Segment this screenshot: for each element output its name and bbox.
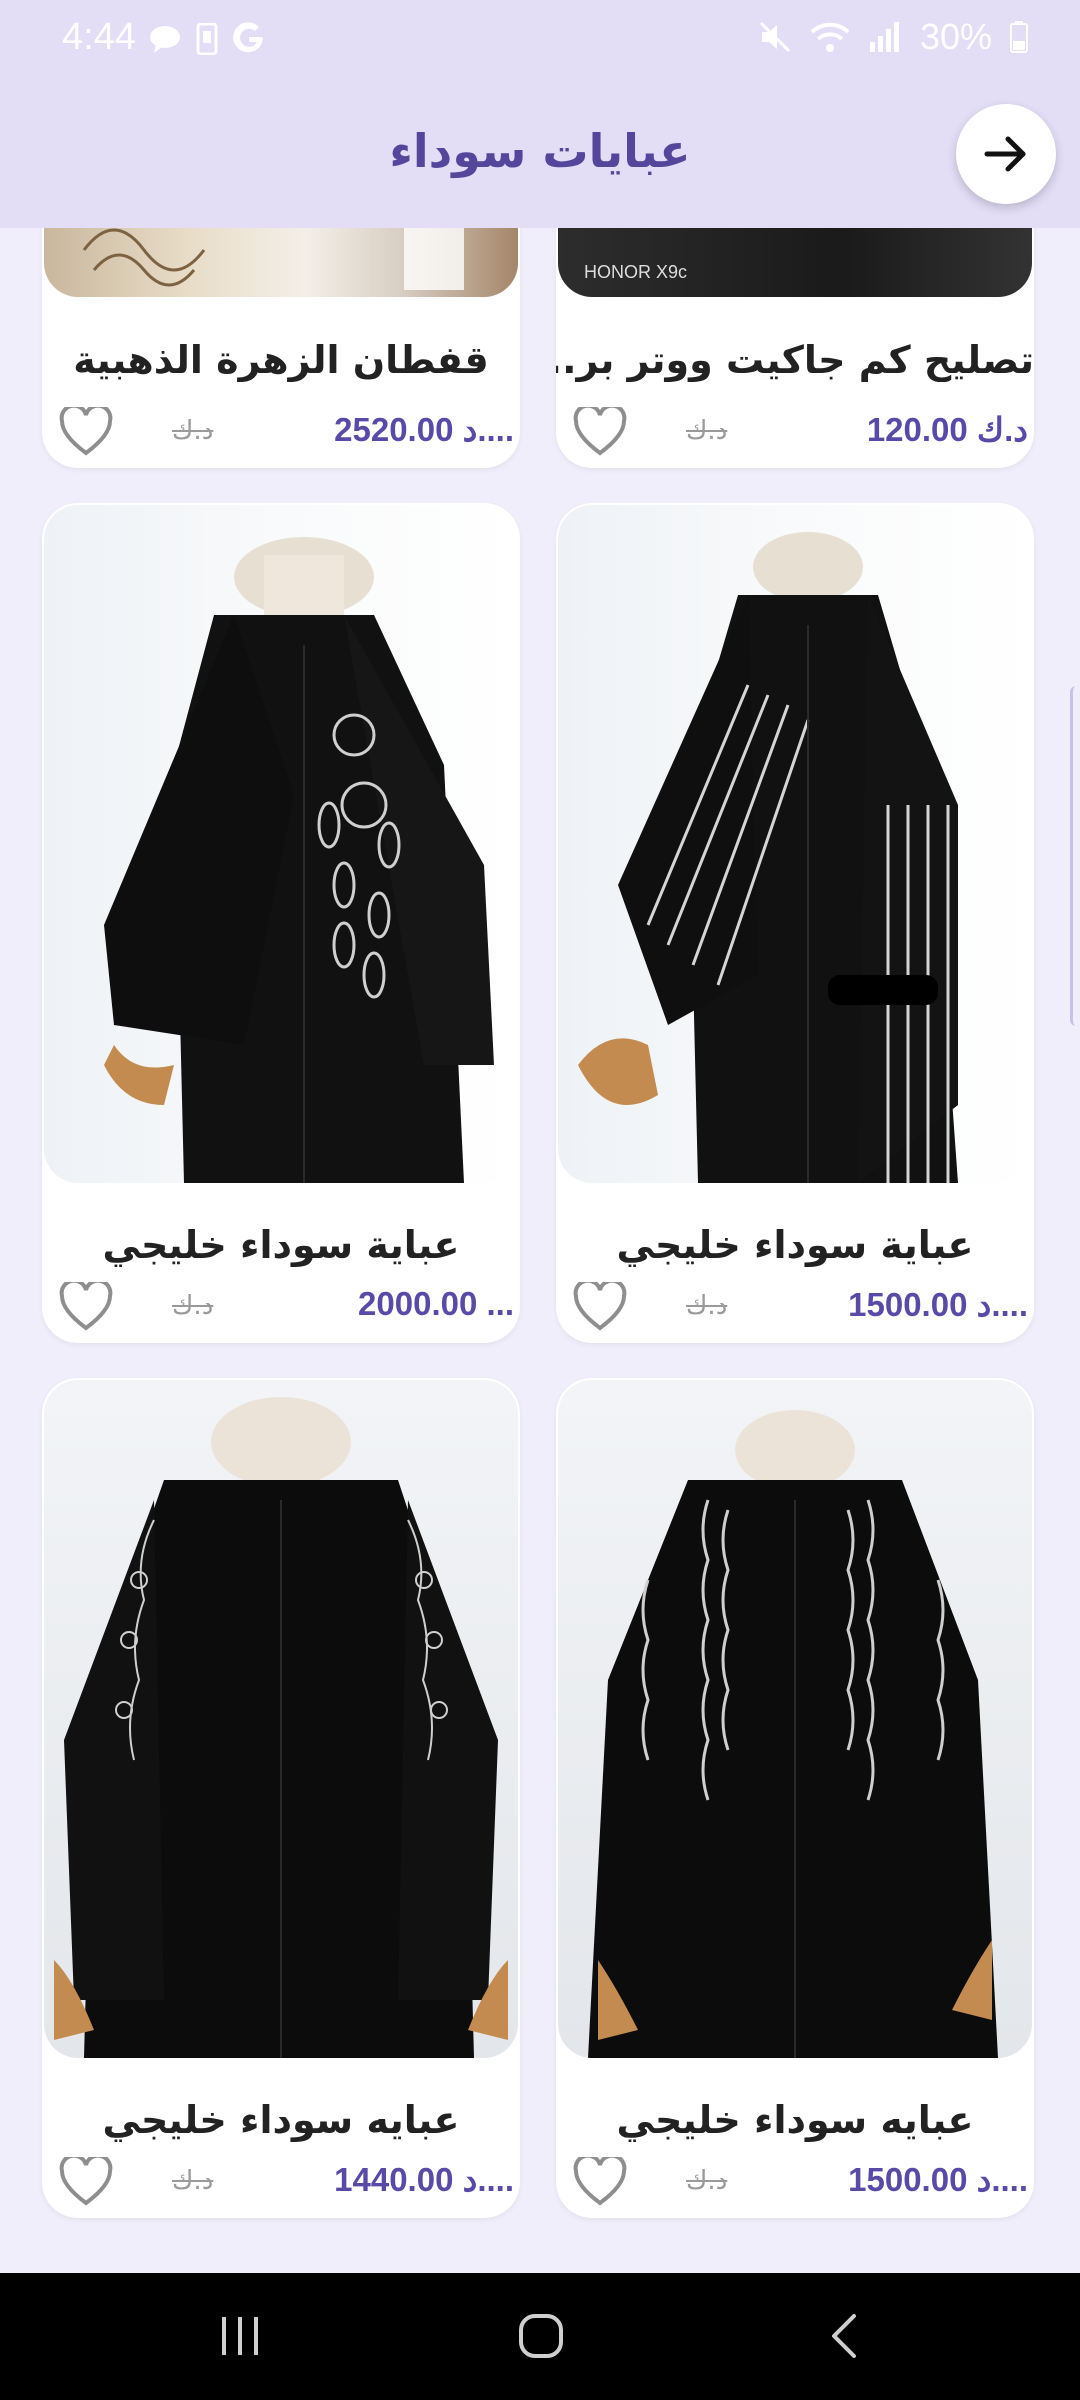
product-price: 120.00 د.ك [866, 411, 1028, 448]
heart-icon [59, 1282, 113, 1331]
old-price: د.ك [172, 416, 214, 446]
image-watermark: HONOR X9c [584, 262, 688, 282]
product-price: 1500.00 د.... [848, 2161, 1028, 2198]
system-icons: 30% [758, 16, 1028, 58]
heart-icon [573, 1282, 627, 1331]
product-image [44, 505, 518, 1183]
product-price: 1440.00 د.... [334, 2161, 514, 2198]
favorite-button[interactable] [570, 402, 630, 462]
chat-bubble-icon [150, 26, 180, 53]
heart-icon [573, 407, 627, 456]
fabric-pattern [82, 228, 464, 290]
arrow-right-icon [984, 136, 1026, 172]
abaya-photo [588, 1410, 998, 2058]
product-name: تصليح كم جاكيت ووتر بر... [556, 338, 1034, 382]
product-image [558, 1380, 1032, 2058]
heart-icon [59, 2157, 113, 2206]
old-price: د.ك [172, 1291, 214, 1321]
recents-button[interactable] [218, 2311, 262, 2365]
heart-icon [573, 2157, 627, 2206]
old-price: د.ك [686, 2166, 728, 2196]
favorite-button[interactable] [56, 2152, 116, 2212]
product-name: عباية سوداء خليجي [102, 1223, 460, 1267]
product-card[interactable]: عبايه سوداء خليجي د.ك 1500.00 د.... [556, 1378, 1034, 2218]
product-image [558, 505, 1032, 1183]
battery-percent: 30% [919, 16, 992, 57]
system-nav-bar [0, 2273, 1080, 2400]
old-price: د.ك [172, 2166, 214, 2196]
status-time: 4:44 [62, 16, 136, 58]
phone-icon [196, 23, 218, 55]
heart-icon [59, 407, 113, 456]
product-name: عباية سوداء خليجي [616, 1223, 974, 1267]
abaya-photo [54, 1397, 508, 2058]
product-card[interactable]: عباية سوداء خليجي د.ك 1500.00 د.... [556, 503, 1034, 1343]
home-icon [519, 2314, 563, 2358]
product-image [44, 1380, 518, 2058]
notification-icons [148, 22, 266, 56]
product-card[interactable]: HONOR X9c تصليح كم جاكيت ووتر بر... د.ك … [556, 228, 1034, 468]
back-chevron-icon [832, 2314, 856, 2358]
old-price: د.ك [686, 1291, 728, 1321]
product-name: عبايه سوداء خليجي [102, 2098, 460, 2142]
scrollbar[interactable] [1070, 686, 1080, 1026]
favorite-button[interactable] [570, 1277, 630, 1337]
status-bar: 4:44 30% [0, 0, 1080, 84]
product-card[interactable]: قفطان الزهرة الذهبية د.ك 2520.00 د.... [42, 228, 520, 468]
old-price: د.ك [686, 416, 728, 446]
signal-icon [869, 22, 899, 52]
back-button[interactable] [956, 104, 1056, 204]
product-card[interactable]: عبايه سوداء خليجي د.ك 1440.00 د.... [42, 1378, 520, 2218]
favorite-button[interactable] [56, 1277, 116, 1337]
product-card[interactable]: عباية سوداء خليجي د.ك 2000.00 ... [42, 503, 520, 1343]
google-icon [233, 22, 263, 53]
home-button[interactable] [516, 2311, 566, 2365]
abaya-photo [104, 537, 494, 1183]
product-image [44, 228, 518, 297]
product-name: عبايه سوداء خليجي [616, 2098, 974, 2142]
battery-icon [1010, 21, 1028, 53]
app-bar: عبايات سوداء [0, 84, 1080, 228]
product-price: 2000.00 ... [358, 1285, 514, 1322]
favorite-button[interactable] [570, 2152, 630, 2212]
back-nav-button[interactable] [826, 2311, 860, 2365]
product-price: 2520.00 د.... [334, 411, 514, 448]
product-name: قفطان الزهرة الذهبية [73, 338, 489, 382]
wifi-icon [810, 22, 850, 52]
favorite-button[interactable] [56, 402, 116, 462]
abaya-photo [578, 532, 958, 1183]
product-image: HONOR X9c [558, 228, 1032, 297]
product-grid: قفطان الزهرة الذهبية د.ك 2520.00 د.... H… [0, 228, 1080, 2273]
product-price: 1500.00 د.... [848, 1286, 1028, 1323]
recents-icon [222, 2317, 258, 2355]
mute-icon [759, 21, 790, 53]
page-title: عبايات سوداء [389, 124, 691, 178]
